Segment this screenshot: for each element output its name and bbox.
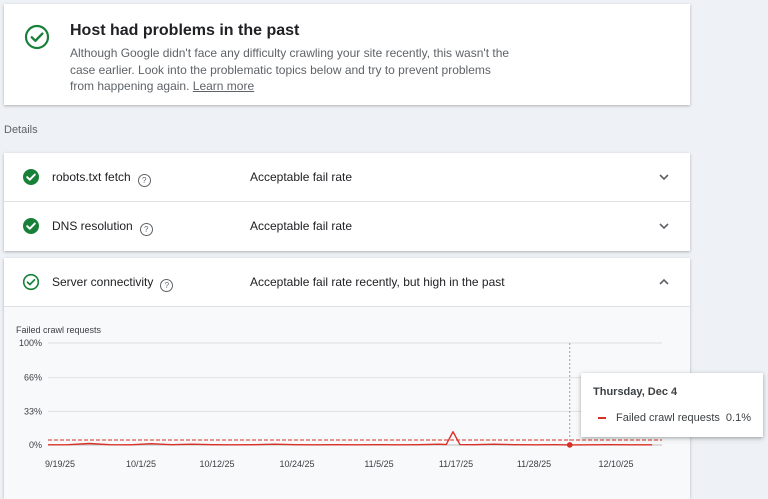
summary-title: Host had problems in the past: [70, 22, 300, 39]
y-tick-label: 100%: [19, 338, 42, 348]
y-tick-label: 0%: [29, 440, 42, 450]
chart-tooltip: Thursday, Dec 4 Failed crawl requests 0.…: [581, 373, 763, 437]
tooltip-series-swatch: [598, 417, 606, 419]
x-tick-label: 10/24/25: [279, 459, 314, 469]
tooltip-date: Thursday, Dec 4: [593, 386, 678, 398]
x-tick-label: 12/10/25: [598, 459, 633, 469]
x-tick-label: 11/17/25: [439, 459, 473, 469]
chevron-up-icon[interactable]: [658, 276, 670, 288]
row-dns-resolution[interactable]: DNS resolution? Acceptable fail rate: [4, 202, 690, 250]
row-name: Server connectivity?: [52, 275, 174, 292]
help-icon[interactable]: ?: [139, 223, 153, 236]
summary-description: Although Google didn't face any difficul…: [70, 46, 510, 93]
y-tick-label: 66%: [24, 373, 42, 383]
help-icon[interactable]: ?: [160, 279, 174, 292]
check-circle-outline-icon: [22, 273, 40, 291]
y-tick-label: 33%: [24, 406, 42, 416]
check-circle-filled-icon: [23, 169, 39, 185]
row-name: DNS resolution?: [52, 219, 153, 236]
row-status: Acceptable fail rate: [250, 170, 353, 184]
check-circle-icon: [24, 24, 50, 50]
hover-point: [566, 442, 573, 448]
check-circle-filled-icon: [23, 218, 39, 234]
learn-more-link[interactable]: Learn more: [193, 79, 254, 93]
row-name: robots.txt fetch?: [52, 170, 151, 187]
x-tick-label: 9/19/25: [45, 459, 75, 469]
x-tick-label: 11/28/25: [517, 459, 551, 469]
series-line: [47, 430, 653, 446]
x-tick-label: 10/1/25: [126, 459, 156, 469]
chevron-down-icon[interactable]: [658, 171, 670, 183]
help-icon[interactable]: ?: [137, 174, 151, 187]
row-robots-txt-fetch[interactable]: robots.txt fetch? Acceptable fail rate: [4, 153, 690, 201]
details-label: Details: [4, 124, 38, 136]
chevron-down-icon[interactable]: [658, 220, 670, 232]
x-tick-label: 10/12/25: [199, 459, 234, 469]
summary-text: Although Google didn't face any difficul…: [70, 45, 510, 95]
tooltip-value: 0.1%: [725, 412, 751, 424]
x-tick-label: 11/5/25: [364, 459, 393, 469]
row-status: Acceptable fail rate recently, but high …: [250, 275, 505, 289]
row-status: Acceptable fail rate: [250, 219, 353, 233]
summary-card: Host had problems in the past Although G…: [4, 4, 690, 105]
tooltip-series-label: Failed crawl requests: [616, 412, 720, 424]
row-server-connectivity[interactable]: Server connectivity? Acceptable fail rat…: [4, 258, 690, 306]
